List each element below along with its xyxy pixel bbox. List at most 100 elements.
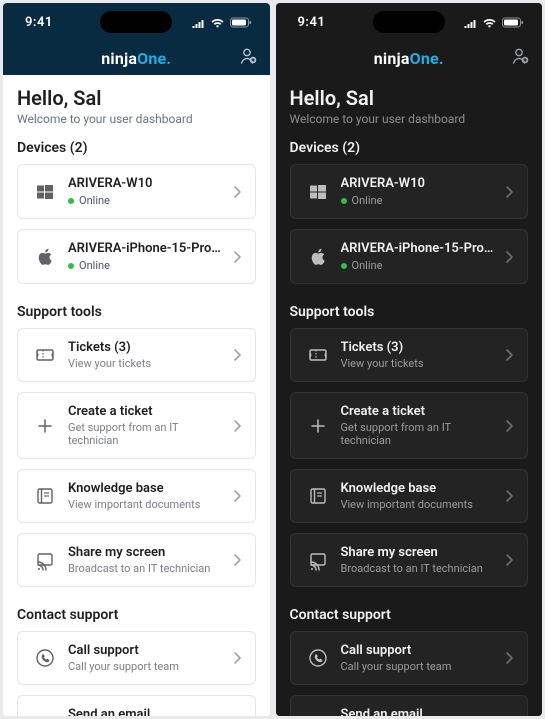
- card-subtitle: Call your support team: [341, 660, 496, 673]
- chevron-right-icon: [501, 248, 517, 266]
- chevron-right-icon: [501, 551, 517, 569]
- book-icon: [308, 486, 328, 506]
- cast-icon: [308, 550, 328, 571]
- card-title: Share my screen: [68, 545, 223, 560]
- chevron-right-icon: [501, 487, 517, 505]
- cast-icon: [35, 550, 55, 571]
- status-dot-icon: [68, 263, 74, 269]
- call-support-card[interactable]: Call support Call your support team: [17, 631, 256, 685]
- chevron-right-icon: [229, 346, 245, 364]
- mail-icon: [308, 712, 328, 716]
- card-subtitle: Broadcast to an IT technician: [341, 562, 496, 575]
- card-title: Send an email: [68, 707, 223, 716]
- dynamic-island: [100, 11, 172, 33]
- status-icons: [463, 16, 524, 28]
- knowledge-base-card[interactable]: Knowledge base View important documents: [17, 469, 256, 523]
- create-ticket-card[interactable]: Create a ticket Get support from an IT t…: [290, 392, 529, 459]
- card-title: Create a ticket: [68, 404, 223, 419]
- device-name: ARIVERA-W10: [341, 176, 496, 191]
- status-dot-icon: [341, 198, 347, 204]
- knowledge-base-card[interactable]: Knowledge base View important documents: [290, 469, 529, 523]
- share-screen-card[interactable]: Share my screen Broadcast to an IT techn…: [17, 533, 256, 587]
- signal-icon: [191, 17, 205, 28]
- status-dot-icon: [341, 263, 347, 269]
- chevron-right-icon: [229, 551, 245, 569]
- phone-icon: [35, 648, 55, 668]
- greeting-title: Hello, Sal: [290, 86, 529, 110]
- wifi-icon: [210, 16, 225, 28]
- chevron-right-icon: [229, 487, 245, 505]
- chevron-right-icon: [229, 713, 245, 716]
- device-status: Online: [352, 194, 383, 207]
- chevron-right-icon: [501, 183, 517, 201]
- app-header: ninjaOne.: [3, 41, 270, 75]
- support-section-title: Support tools: [290, 304, 529, 320]
- chevron-right-icon: [501, 649, 517, 667]
- card-subtitle: Broadcast to an IT technician: [68, 562, 223, 575]
- signal-icon: [463, 17, 477, 28]
- chevron-right-icon: [229, 248, 245, 266]
- card-title: Create a ticket: [341, 404, 496, 419]
- status-icons: [191, 16, 252, 28]
- tickets-card[interactable]: Tickets (3) View your tickets: [17, 328, 256, 382]
- card-title: Knowledge base: [341, 481, 496, 496]
- devices-section-title: Devices (2): [290, 140, 529, 156]
- contact-section-title: Contact support: [17, 607, 256, 623]
- phone-icon: [308, 648, 328, 668]
- card-subtitle: View your tickets: [68, 357, 223, 370]
- windows-icon: [308, 183, 328, 201]
- device-name: ARIVERA-W10: [68, 176, 223, 191]
- battery-icon: [230, 17, 252, 28]
- greeting-subtitle: Welcome to your user dashboard: [17, 112, 256, 126]
- device-name: ARIVERA-iPhone-15-Pro-Max...: [68, 241, 223, 256]
- wifi-icon: [482, 16, 497, 28]
- windows-icon: [35, 183, 55, 201]
- dynamic-island: [373, 11, 445, 33]
- send-email-card[interactable]: Send an email Contact support via email: [290, 695, 529, 716]
- greeting-title: Hello, Sal: [17, 86, 256, 110]
- card-title: Knowledge base: [68, 481, 223, 496]
- battery-icon: [502, 17, 524, 28]
- profile-settings-button[interactable]: [238, 46, 258, 70]
- profile-settings-button[interactable]: [510, 46, 530, 70]
- ticket-icon: [35, 345, 55, 365]
- ticket-icon: [308, 345, 328, 365]
- card-title: Send an email: [341, 707, 496, 716]
- card-subtitle: Get support from an IT technician: [68, 421, 223, 447]
- device-card[interactable]: ARIVERA-iPhone-15-Pro-Max... Online: [17, 229, 256, 284]
- card-subtitle: View important documents: [341, 498, 496, 511]
- device-card[interactable]: ARIVERA-iPhone-15-Pro-Max... Online: [290, 229, 529, 284]
- create-ticket-card[interactable]: Create a ticket Get support from an IT t…: [17, 392, 256, 459]
- support-section-title: Support tools: [17, 304, 256, 320]
- device-card[interactable]: ARIVERA-W10 Online: [17, 164, 256, 219]
- device-card[interactable]: ARIVERA-W10 Online: [290, 164, 529, 219]
- dashboard-content: Hello, Sal Welcome to your user dashboar…: [276, 75, 543, 716]
- card-title: Call support: [341, 643, 496, 658]
- plus-icon: [35, 416, 55, 436]
- phone-dark: 9:41 ninjaOne. Hello, Sal Welcome to you…: [276, 3, 543, 716]
- card-subtitle: Get support from an IT technician: [341, 421, 496, 447]
- chevron-right-icon: [501, 713, 517, 716]
- status-bar: 9:41: [276, 3, 543, 41]
- send-email-card[interactable]: Send an email Contact support via email: [17, 695, 256, 716]
- call-support-card[interactable]: Call support Call your support team: [290, 631, 529, 685]
- profile-gear-icon: [238, 46, 258, 66]
- chevron-right-icon: [229, 417, 245, 435]
- plus-icon: [308, 416, 328, 436]
- card-title: Tickets (3): [68, 340, 223, 355]
- card-title: Share my screen: [341, 545, 496, 560]
- card-subtitle: Call your support team: [68, 660, 223, 673]
- share-screen-card[interactable]: Share my screen Broadcast to an IT techn…: [290, 533, 529, 587]
- tickets-card[interactable]: Tickets (3) View your tickets: [290, 328, 529, 382]
- status-dot-icon: [68, 198, 74, 204]
- card-subtitle: View important documents: [68, 498, 223, 511]
- brand-logo: ninjaOne.: [101, 49, 171, 68]
- app-header: ninjaOne.: [276, 41, 543, 75]
- card-title: Tickets (3): [341, 340, 496, 355]
- status-bar: 9:41: [3, 3, 270, 41]
- apple-icon: [309, 247, 327, 267]
- dashboard-content: Hello, Sal Welcome to your user dashboar…: [3, 75, 270, 716]
- chevron-right-icon: [501, 346, 517, 364]
- device-status: Online: [79, 259, 110, 272]
- mail-icon: [35, 712, 55, 716]
